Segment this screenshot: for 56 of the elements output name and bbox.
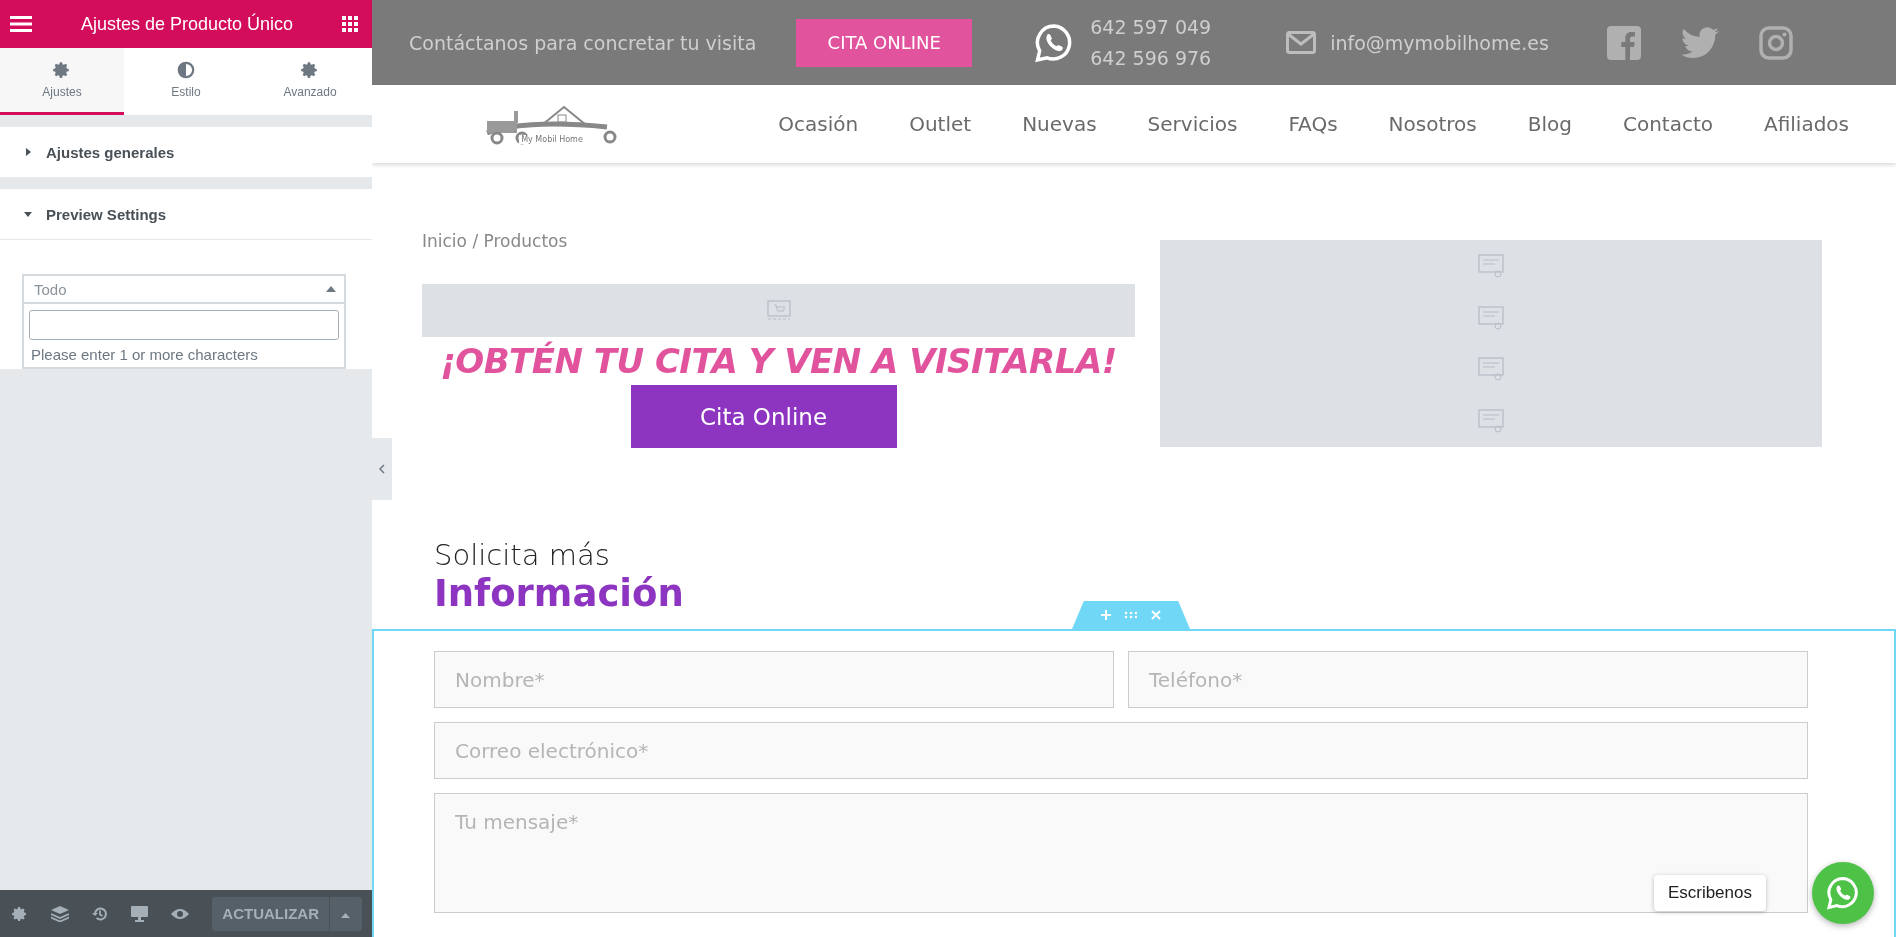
select-field[interactable]: Todo <box>22 274 346 304</box>
nav-link[interactable]: Nosotros <box>1388 112 1477 136</box>
nav-link[interactable]: Afiliados <box>1764 112 1849 136</box>
nav-link[interactable]: Servicios <box>1147 112 1238 136</box>
history-icon[interactable] <box>92 905 109 922</box>
bird-icon[interactable] <box>1680 26 1719 59</box>
gear-icon <box>53 61 71 79</box>
facebook-icon[interactable] <box>1606 25 1641 60</box>
whatsapp-icon <box>1826 876 1860 910</box>
widget-icon <box>1478 409 1504 434</box>
dropdown-message: Please enter 1 or more characters <box>30 345 259 363</box>
headline: ¡OBTÉN TU CITA Y VEN A VISITARLA! <box>440 341 1117 381</box>
form-title: Información <box>434 572 685 615</box>
update-button[interactable]: ACTUALIZAR <box>212 896 329 931</box>
input-field[interactable]: Nombre* <box>434 651 1114 708</box>
widget-icon <box>1478 357 1504 382</box>
search-field[interactable] <box>29 310 339 340</box>
phone-number[interactable]: 642 596 976 <box>1090 42 1212 74</box>
collapse-panel-handle[interactable] <box>372 438 392 500</box>
chat-label[interactable]: Escribenos <box>1653 875 1766 911</box>
widgets-grid-icon[interactable] <box>342 16 358 32</box>
eye-icon[interactable] <box>171 907 190 920</box>
cta-button[interactable]: Cita Online <box>630 385 897 448</box>
caret-icon <box>341 913 351 918</box>
section-header[interactable]: Preview Settings <box>0 189 372 239</box>
logo-text: My Mobil Home <box>519 134 585 144</box>
contrast-icon <box>177 61 195 79</box>
nav-link[interactable]: Contacto <box>1622 112 1713 136</box>
breadcrumb: Inicio / Productos <box>422 231 568 251</box>
nav-link[interactable]: Outlet <box>909 112 972 136</box>
cart-screen-icon <box>766 299 791 322</box>
appointment-button[interactable]: CITA ONLINE <box>796 18 973 67</box>
panel-title: Ajustes de Producto Único <box>80 13 294 35</box>
gear-icon <box>301 61 319 79</box>
input-field[interactable]: Correo electrónico* <box>434 722 1808 779</box>
nav-link[interactable]: Nuevas <box>1022 112 1097 136</box>
contact-text: Contáctanos para concretar tu visita <box>409 31 757 54</box>
monitor-icon[interactable] <box>131 905 149 922</box>
panel-tab[interactable]: Ajustes <box>0 48 124 115</box>
email-link[interactable]: info@mymobilhome.es <box>1330 31 1549 54</box>
camera-icon[interactable] <box>1758 25 1793 60</box>
nav-link[interactable]: Blog <box>1527 112 1572 136</box>
nav-link[interactable]: Ocasión <box>778 112 859 136</box>
settings-icon[interactable] <box>12 905 28 922</box>
whatsapp-chat-button[interactable] <box>1812 862 1874 924</box>
nav-link[interactable]: FAQs <box>1288 112 1338 136</box>
menu-icon[interactable] <box>10 16 32 32</box>
widget-icon <box>1478 253 1504 278</box>
phone-number[interactable]: 642 597 049 <box>1090 11 1212 43</box>
section-header[interactable]: Ajustes generales <box>0 127 372 177</box>
input-field[interactable]: Teléfono* <box>1128 651 1808 708</box>
envelope-icon <box>1286 31 1317 54</box>
more-options-button[interactable] <box>329 896 362 931</box>
form-subtitle: Solicita más <box>434 538 611 572</box>
layers-icon[interactable] <box>51 905 70 922</box>
widget-icon <box>1478 305 1504 330</box>
